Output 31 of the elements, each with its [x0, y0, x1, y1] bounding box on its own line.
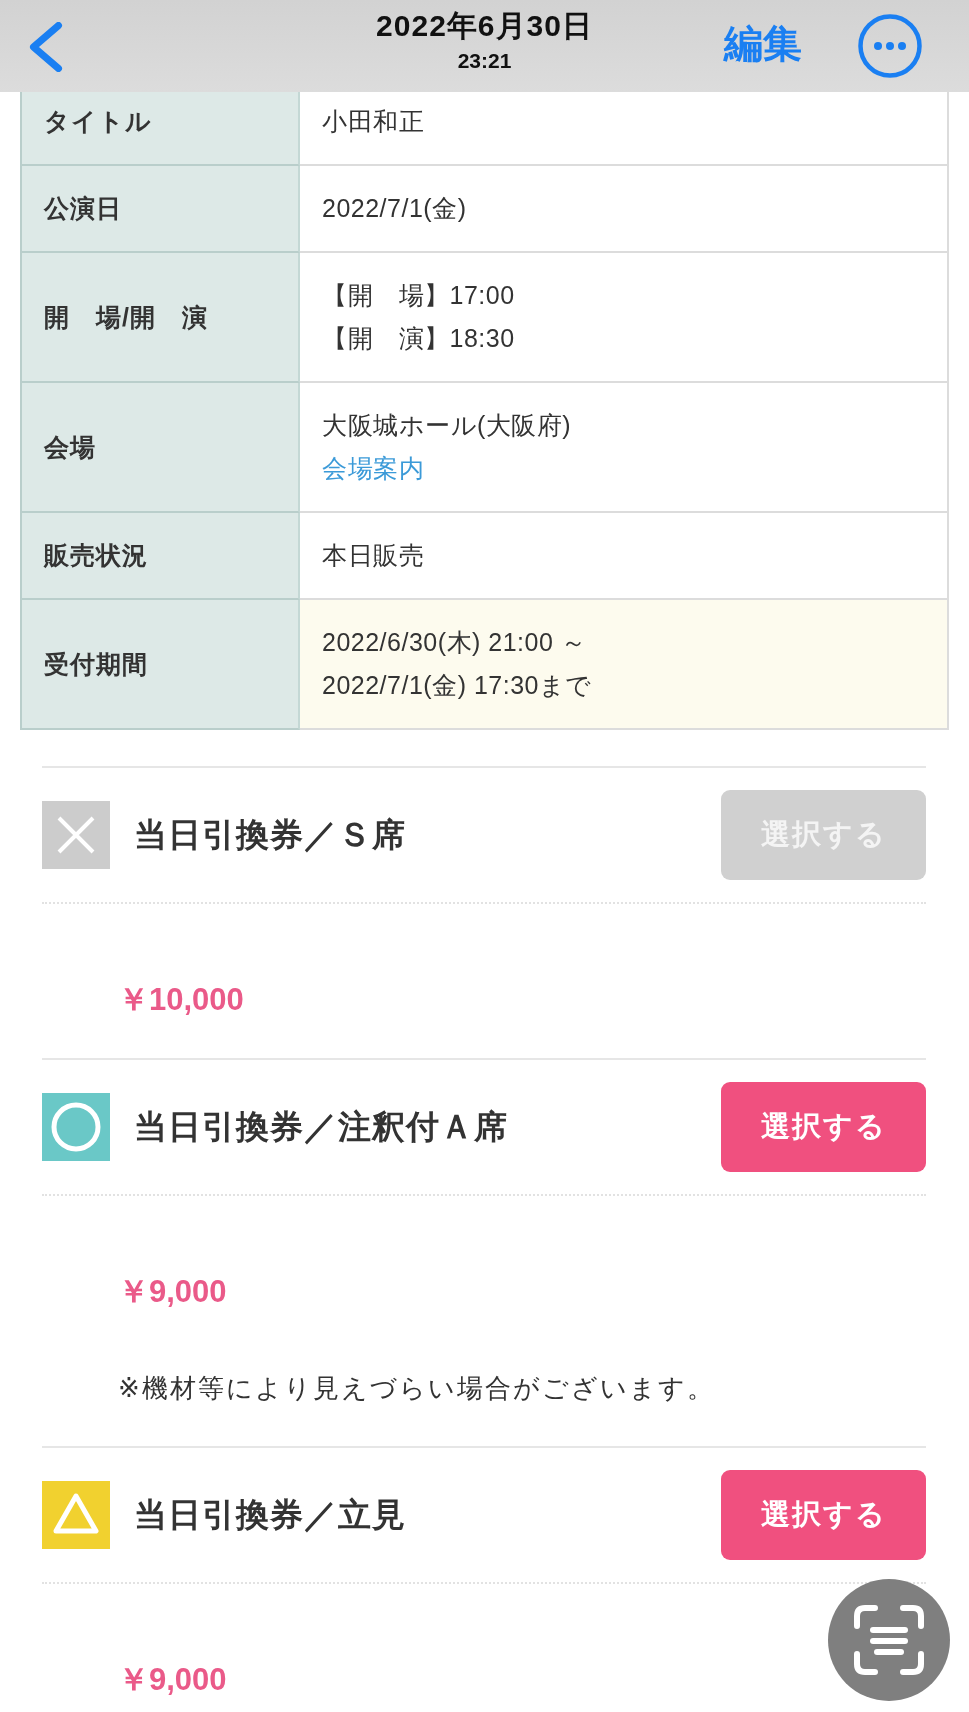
value-text: 小田和正 — [322, 106, 424, 137]
ticket-price: ￥10,000 — [118, 981, 244, 1019]
label-cell: 開 場/開 演 — [20, 253, 300, 383]
label-cell: タイトル — [20, 92, 300, 166]
value-text: 2022/6/30(木) 21:00 ～ — [322, 627, 587, 658]
select-button[interactable]: 選択する — [721, 1082, 926, 1172]
label-cell: 受付期間 — [20, 600, 300, 730]
value-text: 【開 場】17:00 — [322, 280, 515, 311]
label-cell: 販売状況 — [20, 513, 300, 600]
value-text: 2022/7/1(金) 17:30まで — [322, 670, 592, 701]
label-cell: 会場 — [20, 383, 300, 513]
value-text: 本日販売 — [322, 540, 424, 571]
back-icon[interactable] — [29, 22, 63, 72]
ticket-name: 当日引換券／注釈付Ａ席 — [134, 1107, 508, 1147]
value-text: 【開 演】18:30 — [322, 323, 515, 354]
value-text: 大阪城ホール(大阪府) — [322, 410, 572, 441]
ticket-note: ※機材等により見えづらい場合がございます。 — [118, 1372, 715, 1405]
ticket-name: 当日引換券／立見 — [134, 1495, 406, 1535]
venue-link[interactable]: 会場案内 — [322, 447, 424, 490]
edit-link[interactable]: 編集 — [724, 20, 802, 68]
header-time: 23:21 — [457, 48, 512, 74]
cross-icon — [42, 801, 110, 869]
label-cell: 公演日 — [20, 166, 300, 253]
header-date: 2022年6月30日 — [376, 8, 593, 44]
ticket-name: 当日引換券／Ｓ席 — [134, 815, 406, 855]
scan-text-icon — [853, 1604, 925, 1676]
more-icon[interactable] — [858, 14, 922, 78]
ticket-price: ￥9,000 — [118, 1273, 227, 1311]
ticket-price: ￥9,000 — [118, 1661, 227, 1699]
select-button[interactable]: 選択する — [721, 1470, 926, 1560]
value-text: 2022/7/1(金) — [322, 193, 467, 224]
